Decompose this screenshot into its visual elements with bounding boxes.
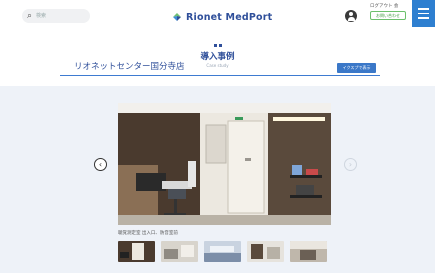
thumbnail-4[interactable] — [247, 241, 284, 262]
header-links: ログアウト 会 お問い合わせ — [370, 3, 406, 20]
search-input[interactable]: ⌕ 検索 — [22, 9, 90, 23]
thumbnail-2[interactable] — [161, 241, 198, 262]
search-placeholder: 検索 — [36, 13, 47, 19]
next-photo-button[interactable]: › — [344, 158, 357, 171]
main-photo — [118, 103, 331, 225]
map-button[interactable]: イクスプで表示 — [337, 63, 376, 73]
hamburger-menu-button[interactable] — [412, 0, 435, 27]
thumbnail-1[interactable] — [118, 241, 155, 262]
logo-mark-icon — [173, 13, 181, 21]
site-logo[interactable]: Rionet MedPort — [172, 9, 272, 25]
thumbnail-5[interactable] — [290, 241, 327, 262]
thumbnail-3[interactable] — [204, 241, 241, 262]
menu-line-icon — [418, 12, 429, 14]
search-icon: ⌕ — [27, 11, 33, 21]
facility-name: リオネットセンター国分寺店 — [74, 62, 185, 72]
contact-button[interactable]: お問い合わせ — [370, 11, 406, 20]
user-account-icon[interactable] — [345, 10, 357, 22]
facility-bar: リオネットセンター国分寺店 イクスプで表示 — [60, 60, 380, 76]
photo-caption: 聴覚測定室 出入口、防音室前 — [118, 231, 178, 236]
heading-dots-icon — [213, 44, 222, 47]
logo-text: Rionet MedPort — [186, 11, 273, 23]
menu-line-icon — [418, 17, 429, 19]
thumbnail-strip — [118, 241, 331, 262]
menu-line-icon — [418, 8, 429, 10]
prev-photo-button[interactable]: ‹ — [94, 158, 107, 171]
logout-link[interactable]: ログアウト 会 — [370, 3, 406, 10]
